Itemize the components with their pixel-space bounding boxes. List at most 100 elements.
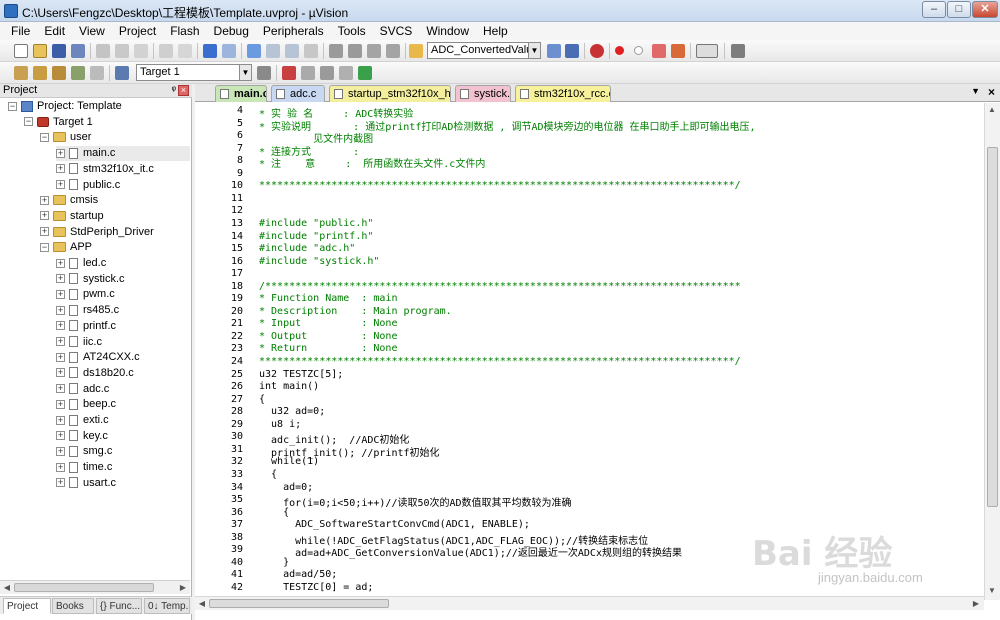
tree-file-item[interactable]: + printf.c: [56, 319, 190, 334]
tree-file-item[interactable]: + beep.c: [56, 397, 190, 412]
code-line[interactable]: ad=0;: [259, 482, 313, 493]
expand-icon[interactable]: +: [56, 148, 65, 158]
indent-icon[interactable]: [329, 44, 343, 58]
breakpoint-icon[interactable]: [615, 46, 624, 55]
panel-tab-project[interactable]: Project: [3, 598, 51, 614]
menu-tools[interactable]: Tools: [331, 24, 373, 38]
code-line[interactable]: u8 i;: [259, 419, 301, 430]
find-icon[interactable]: [547, 44, 561, 58]
maximize-button[interactable]: □: [947, 1, 971, 18]
expand-icon[interactable]: +: [56, 431, 65, 441]
code-line[interactable]: u32 TESTZC[5];: [259, 369, 343, 380]
incremental-find-icon[interactable]: [565, 44, 579, 58]
tree-project-item[interactable]: − Project: Template: [8, 99, 190, 114]
tree-file-item[interactable]: + led.c: [56, 256, 190, 271]
code-line[interactable]: ad=ad/50;: [259, 569, 337, 580]
editor-vscrollbar[interactable]: ▲ ▼: [984, 103, 1000, 600]
manage-rte-icon[interactable]: [320, 66, 334, 80]
disable-all-breakpoints-icon[interactable]: [671, 44, 685, 58]
code-line[interactable]: * Output : None: [259, 331, 397, 342]
code-line[interactable]: ADC_SoftwareStartConvCmd(ADC1, ENABLE);: [259, 519, 530, 530]
expand-icon[interactable]: +: [56, 258, 65, 268]
save-icon[interactable]: [52, 44, 66, 58]
scroll-thumb[interactable]: [209, 599, 389, 608]
expand-icon[interactable]: +: [56, 478, 65, 488]
file-tab[interactable]: adc.c: [271, 85, 325, 102]
paste-icon[interactable]: [134, 44, 148, 58]
code-line[interactable]: ad=ad+ADC_GetConversionValue(ADC1);//返回最…: [259, 544, 682, 559]
code-line[interactable]: * 注 意 : 所用函数在头文件.c文件内: [259, 155, 485, 170]
expand-icon[interactable]: +: [56, 305, 65, 315]
pack-installer-icon[interactable]: [339, 66, 353, 80]
tree-file-item[interactable]: + AT24CXX.c: [56, 350, 190, 365]
expand-icon[interactable]: +: [56, 164, 65, 174]
nav-forward-icon[interactable]: [222, 44, 236, 58]
file-tab[interactable]: systick.c: [455, 85, 511, 102]
panel-close-icon[interactable]: ×: [178, 85, 189, 96]
scroll-right-icon[interactable]: ▶: [970, 598, 982, 610]
bookmark-icon[interactable]: [247, 44, 261, 58]
menu-debug[interactable]: Debug: [207, 24, 256, 38]
expand-icon[interactable]: +: [40, 211, 49, 221]
expand-icon[interactable]: +: [40, 227, 49, 237]
scroll-left-icon[interactable]: ◀: [196, 598, 208, 610]
minimize-button[interactable]: –: [922, 1, 946, 18]
expand-icon[interactable]: +: [56, 462, 65, 472]
expand-icon[interactable]: +: [56, 274, 65, 284]
file-tab[interactable]: startup_stm32f10x_hd.s: [329, 85, 451, 102]
uncomment-icon[interactable]: [386, 44, 400, 58]
open-folder-icon[interactable]: [33, 44, 47, 58]
code-line[interactable]: * Description : Main program.: [259, 306, 452, 317]
expand-icon[interactable]: +: [56, 399, 65, 409]
tree-file-item[interactable]: + iic.c: [56, 335, 190, 350]
stop-build-icon[interactable]: [90, 66, 104, 80]
file-tab[interactable]: stm32f10x_rcc.c: [515, 85, 611, 102]
code-line[interactable]: u32 ad=0;: [259, 406, 325, 417]
tree-folder-item[interactable]: + startup: [40, 209, 190, 224]
tree-folder-item[interactable]: + StdPeriph_Driver: [40, 225, 190, 240]
menu-file[interactable]: File: [4, 24, 37, 38]
panel-tab-functions[interactable]: {} Func...: [96, 598, 142, 614]
multiproject-icon[interactable]: [358, 66, 372, 80]
prev-bookmark-icon[interactable]: [266, 44, 280, 58]
window-layout-icon[interactable]: [696, 44, 718, 58]
tree-file-item[interactable]: + main.c: [56, 146, 190, 162]
expand-icon[interactable]: +: [56, 337, 65, 347]
expand-icon[interactable]: +: [56, 384, 65, 394]
tree-file-item[interactable]: + pwm.c: [56, 287, 190, 302]
code-line[interactable]: }: [259, 557, 289, 568]
configure-wrench-icon[interactable]: [731, 44, 745, 58]
code-line[interactable]: ****************************************…: [259, 180, 741, 191]
collapse-icon[interactable]: −: [24, 117, 33, 127]
close-tab-icon[interactable]: ×: [988, 85, 995, 99]
menu-edit[interactable]: Edit: [37, 24, 72, 38]
code-line[interactable]: #include "printf.h": [259, 231, 373, 242]
scroll-right-icon[interactable]: ▶: [177, 582, 189, 594]
code-line[interactable]: * Input : None: [259, 318, 397, 329]
undo-icon[interactable]: [159, 44, 173, 58]
scroll-thumb[interactable]: [987, 147, 998, 507]
disable-breakpoint-icon[interactable]: [634, 46, 643, 55]
nav-back-icon[interactable]: [203, 44, 217, 58]
menu-svcs[interactable]: SVCS: [373, 24, 420, 38]
translate-icon[interactable]: [14, 66, 28, 80]
tree-file-item[interactable]: + adc.c: [56, 382, 190, 397]
tree-file-item[interactable]: + usart.c: [56, 476, 190, 491]
kill-breakpoints-icon[interactable]: [652, 44, 666, 58]
expand-icon[interactable]: +: [56, 446, 65, 456]
tree-file-item[interactable]: + time.c: [56, 460, 190, 475]
tree-target-item[interactable]: − Target 1: [24, 115, 190, 130]
new-file-icon[interactable]: [14, 44, 28, 58]
file-tab[interactable]: main.c: [215, 85, 267, 102]
comment-icon[interactable]: [367, 44, 381, 58]
code-line[interactable]: * Return : None: [259, 343, 397, 354]
scroll-up-icon[interactable]: ▲: [986, 104, 998, 116]
scroll-left-icon[interactable]: ◀: [1, 582, 13, 594]
target-select[interactable]: Target 1 ▼: [136, 64, 252, 81]
tree-file-item[interactable]: + systick.c: [56, 272, 190, 287]
editor-hscrollbar[interactable]: ◀ ▶: [195, 596, 984, 610]
menu-window[interactable]: Window: [419, 24, 476, 38]
tree-file-item[interactable]: + stm32f10x_it.c: [56, 162, 190, 177]
expand-icon[interactable]: +: [56, 352, 65, 362]
manage-components-icon[interactable]: [282, 66, 296, 80]
